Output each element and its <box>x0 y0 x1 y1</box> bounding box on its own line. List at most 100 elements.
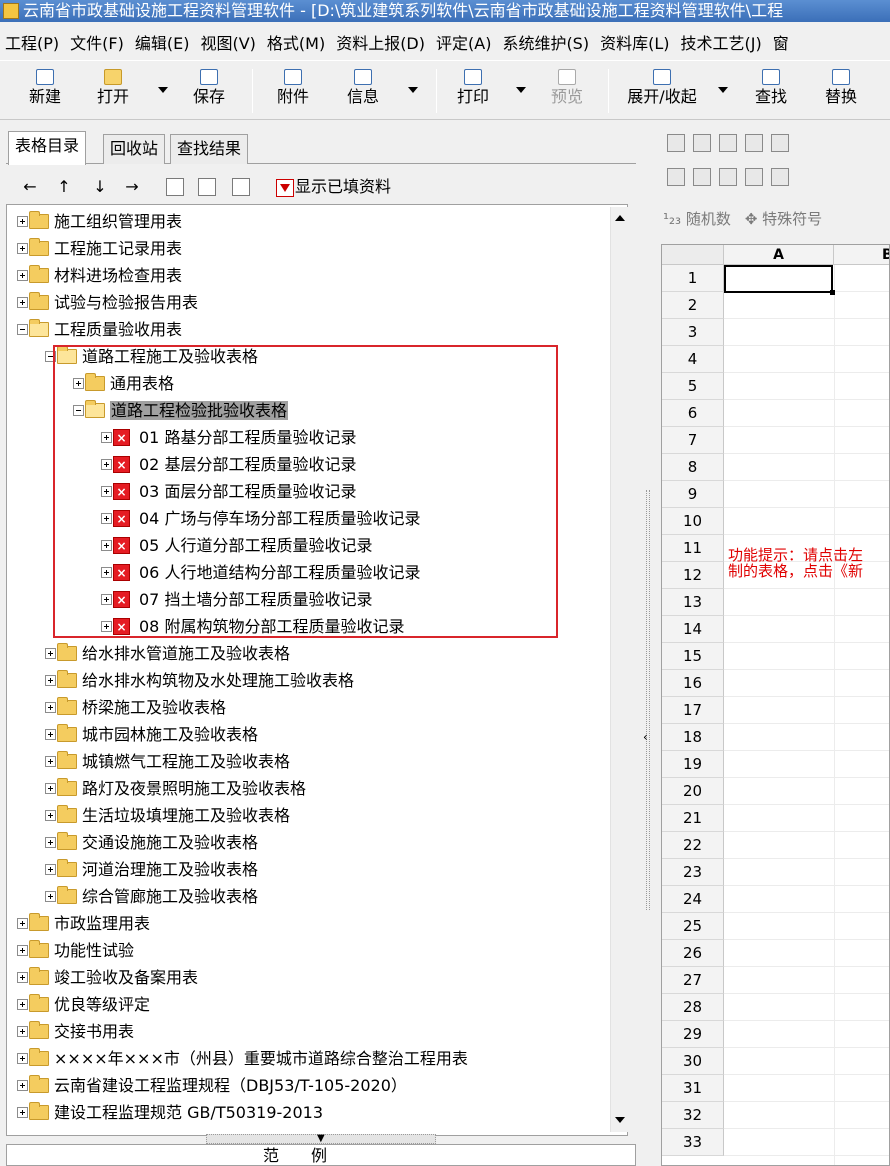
row-header[interactable]: 13 <box>662 589 724 616</box>
show-filled-filter[interactable]: 显示已填资料 <box>276 176 391 198</box>
tree-item-folder[interactable]: 河道治理施工及验收表格 <box>45 855 258 882</box>
expand-icon[interactable] <box>17 1080 28 1091</box>
row-header[interactable]: 31 <box>662 1075 724 1102</box>
row-header[interactable]: 15 <box>662 643 724 670</box>
row-header[interactable]: 29 <box>662 1021 724 1048</box>
expand-icon[interactable] <box>45 729 56 740</box>
expand-icon[interactable] <box>17 1107 28 1118</box>
row-header[interactable]: 16 <box>662 670 724 697</box>
tree-item-folder[interactable]: 交通设施施工及验收表格 <box>45 828 258 855</box>
save-button[interactable]: 保存 <box>186 65 232 117</box>
row-header[interactable]: 33 <box>662 1129 724 1156</box>
insert-col-icon[interactable] <box>693 168 711 186</box>
tree-item-folder[interactable]: 工程质量验收用表 <box>17 315 182 342</box>
tree-item-folder[interactable]: 功能性试验 <box>17 936 134 963</box>
row-header[interactable]: 23 <box>662 859 724 886</box>
random-number-button[interactable]: ¹₂₃ 随机数 <box>663 204 731 234</box>
menu-item[interactable]: 编辑(E) <box>130 30 196 58</box>
tree-item-folder[interactable]: 建设工程监理规范 GB/T50319-2013 <box>17 1098 323 1125</box>
active-cell[interactable] <box>724 265 835 295</box>
tree-item-folder[interactable]: 材料进场检查用表 <box>17 261 182 288</box>
align-icon[interactable] <box>771 168 789 186</box>
tree-item-folder[interactable]: 生活垃圾填埋施工及验收表格 <box>45 801 290 828</box>
select-all-corner[interactable] <box>662 245 724 265</box>
row-header[interactable]: 8 <box>662 454 724 481</box>
row-header[interactable]: 20 <box>662 778 724 805</box>
row-header[interactable]: 9 <box>662 481 724 508</box>
expand-icon[interactable] <box>45 837 56 848</box>
expand-dropdown-arrow[interactable] <box>718 87 728 93</box>
tree-item-folder[interactable]: 综合管廊施工及验收表格 <box>45 882 258 909</box>
move-right-button[interactable]: → <box>122 170 142 204</box>
tree-item-folder[interactable]: 城市园林施工及验收表格 <box>45 720 258 747</box>
info-dropdown-arrow[interactable] <box>408 87 418 93</box>
tree-item-folder[interactable]: 施工组织管理用表 <box>17 207 182 234</box>
print-button[interactable]: 打印 <box>450 65 496 117</box>
tree-item-folder[interactable]: 优良等级评定 <box>17 990 150 1017</box>
row-header[interactable]: 24 <box>662 886 724 913</box>
vertical-splitter[interactable]: ‹ <box>643 130 653 1166</box>
tree-scrollbar[interactable] <box>610 207 628 1132</box>
menu-item[interactable]: 文件(F) <box>65 30 130 58</box>
scroll-up-icon[interactable] <box>615 215 625 221</box>
expand-icon[interactable] <box>17 1026 28 1037</box>
spreadsheet[interactable]: A B 123456789101112131415161718192021222… <box>661 244 890 1166</box>
expand-icon[interactable] <box>45 702 56 713</box>
row-header[interactable]: 12 <box>662 562 724 589</box>
row-header[interactable]: 7 <box>662 427 724 454</box>
undo-icon[interactable] <box>745 134 763 152</box>
split-icon[interactable] <box>745 168 763 186</box>
special-symbol-button[interactable]: ✥ 特殊符号 <box>745 204 822 234</box>
tree-item-folder[interactable]: 桥梁施工及验收表格 <box>45 693 226 720</box>
open-button[interactable]: 打开 <box>90 65 136 117</box>
tree-item-folder[interactable]: 工程施工记录用表 <box>17 234 182 261</box>
new-button[interactable]: 新建 <box>22 65 68 117</box>
menu-item[interactable]: 系统维护(S) <box>497 30 595 58</box>
tree-item-folder[interactable]: 试验与检验报告用表 <box>17 288 198 315</box>
tree-item-folder[interactable]: 云南省建设工程监理规程（DBJ53/T-105-2020） <box>17 1071 407 1098</box>
expand-icon[interactable] <box>45 648 56 659</box>
row-header[interactable]: 6 <box>662 400 724 427</box>
panel-splitter[interactable]: ▼ <box>206 1133 436 1144</box>
attach-button[interactable]: 附件 <box>270 65 316 117</box>
tree-item-folder[interactable]: 市政监理用表 <box>17 909 150 936</box>
expand-icon[interactable] <box>45 756 56 767</box>
tree-view[interactable]: 施工组织管理用表 工程施工记录用表 材料进场检查用表 试验与检验报告用表 工程质量验收用… <box>6 204 628 1136</box>
table-props-icon[interactable] <box>232 178 250 196</box>
move-left-button[interactable]: ← <box>20 170 40 204</box>
open-dropdown-arrow[interactable] <box>158 87 168 93</box>
expand-icon[interactable] <box>17 1053 28 1064</box>
row-header[interactable]: 22 <box>662 832 724 859</box>
row-header[interactable]: 21 <box>662 805 724 832</box>
row-header[interactable]: 19 <box>662 751 724 778</box>
row-header[interactable]: 26 <box>662 940 724 967</box>
row-header[interactable]: 3 <box>662 319 724 346</box>
scroll-down-icon[interactable] <box>615 1117 625 1123</box>
collapse-icon[interactable] <box>17 324 28 335</box>
expand-collapse-button[interactable]: 展开/收起 <box>618 65 706 117</box>
row-header[interactable]: 25 <box>662 913 724 940</box>
expand-icon[interactable] <box>45 783 56 794</box>
tree-item-folder[interactable]: 竣工验收及备案用表 <box>17 963 198 990</box>
replace-button[interactable]: 替换 <box>818 65 864 117</box>
row-header[interactable]: 4 <box>662 346 724 373</box>
expand-icon[interactable] <box>17 216 28 227</box>
row-header[interactable]: 2 <box>662 292 724 319</box>
preview-button[interactable]: 预览 <box>544 65 590 117</box>
find-button[interactable]: 查找 <box>748 65 794 117</box>
menu-item[interactable]: 技术工艺(J) <box>676 30 768 58</box>
insert-row-icon[interactable] <box>667 168 685 186</box>
expand-icon[interactable] <box>17 297 28 308</box>
row-header[interactable]: 10 <box>662 508 724 535</box>
column-header-a[interactable]: A <box>724 245 834 265</box>
info-button[interactable]: 信息 <box>340 65 386 117</box>
expand-icon[interactable] <box>17 918 28 929</box>
collapse-left-icon[interactable]: ‹ <box>643 730 648 744</box>
cut-icon[interactable] <box>693 134 711 152</box>
row-header[interactable]: 28 <box>662 994 724 1021</box>
expand-icon[interactable] <box>45 891 56 902</box>
row-header[interactable]: 32 <box>662 1102 724 1129</box>
menu-item[interactable]: 窗 <box>768 30 795 58</box>
row-header[interactable]: 5 <box>662 373 724 400</box>
column-header-b[interactable]: B <box>834 245 889 265</box>
